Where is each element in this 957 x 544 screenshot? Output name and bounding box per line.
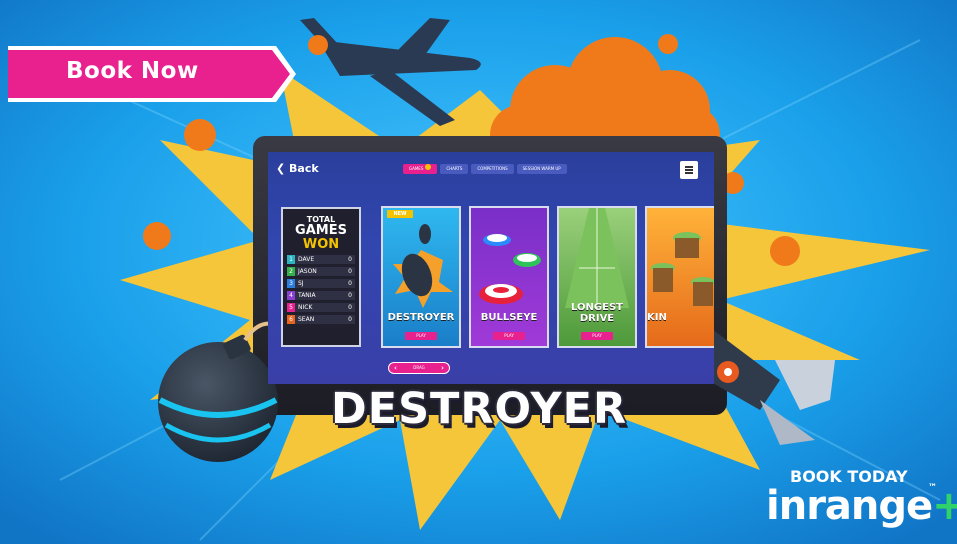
player-name: DAVE	[298, 256, 315, 263]
card-title: BULLSEYE	[480, 312, 538, 323]
book-now-button[interactable]: Book Now	[8, 46, 296, 102]
chevron-left-icon: ‹	[394, 364, 397, 372]
tab-session-warm-up-label: SESSION WARM UP	[522, 166, 561, 171]
tab-session-warm-up[interactable]: SESSION WARM UP	[516, 164, 567, 174]
brand-name: inrange	[766, 483, 933, 529]
player-name: TANIA	[298, 292, 316, 299]
back-label: Back	[289, 162, 319, 175]
hamburger-menu-icon[interactable]	[680, 161, 698, 179]
fairway-thumbnail-art	[565, 208, 629, 308]
chevron-left-icon: ❮	[276, 162, 290, 175]
scroller-label: DRAG	[413, 365, 425, 370]
player-score: 0	[348, 280, 352, 287]
rank: 3	[287, 279, 295, 288]
tab-games-label: GAMES	[409, 166, 424, 171]
play-button[interactable]: PLAY	[493, 332, 525, 340]
leaderboard-title-won: WON	[302, 237, 340, 252]
trademark-symbol: ™	[928, 483, 937, 493]
new-tag: NEW	[387, 210, 413, 218]
tab-games[interactable]: GAMES	[403, 164, 438, 174]
tab-charts[interactable]: CHARTS	[440, 164, 469, 174]
player-score: 0	[348, 304, 352, 311]
player-name: SJ	[298, 280, 304, 287]
rank: 2	[287, 267, 295, 276]
leaderboard-title-games: GAMES	[295, 223, 347, 238]
game-title: DESTROYER	[331, 384, 628, 434]
player-score: 0	[348, 268, 352, 275]
rank: 1	[287, 255, 295, 264]
play-button[interactable]: PLAY	[405, 332, 437, 340]
leaderboard-panel: TOTAL GAMES WON 1 DAVE 0 2 JASON 0 3 SJ 0 4 TAN…	[281, 207, 361, 347]
bullseye-thumbnail-art	[479, 234, 541, 304]
player-name: NICK	[298, 304, 313, 311]
tab-competitions-label: COMPETITIONS	[477, 166, 508, 171]
card-scroller[interactable]: ‹ DRAG ›	[388, 362, 450, 374]
notification-badge	[425, 164, 432, 170]
leaderboard-row: 2 JASON 0	[287, 267, 355, 276]
game-card-bullseye[interactable]: BULLSEYE PLAY	[469, 206, 549, 348]
player-name: SEAN	[298, 316, 315, 323]
player-name: JASON	[298, 268, 317, 275]
tablet-screen: ❮ Back GAMES CHARTS COMPETITIONS SESSION…	[268, 152, 714, 384]
player-score: 0	[348, 256, 352, 263]
game-card-longest-drive[interactable]: LONGEST DRIVE PLAY	[557, 206, 637, 348]
tab-charts-label: CHARTS	[446, 166, 463, 171]
game-card-partial[interactable]: KIN	[645, 206, 714, 348]
islands-thumbnail-art	[651, 232, 714, 306]
leaderboard-row: 6 SEAN 0	[287, 315, 355, 324]
rank: 5	[287, 303, 295, 312]
back-button[interactable]: ❮ Back	[276, 162, 319, 175]
book-now-label: Book Now	[66, 58, 199, 84]
screen-top-bar: ❮ Back GAMES CHARTS COMPETITIONS SESSION…	[268, 152, 714, 186]
leaderboard-row: 5 NICK 0	[287, 303, 355, 312]
card-title: KIN	[647, 312, 667, 323]
player-score: 0	[348, 316, 352, 323]
chevron-right-icon: ›	[441, 364, 444, 372]
player-score: 0	[348, 292, 352, 299]
tab-competitions[interactable]: COMPETITIONS	[471, 164, 514, 174]
promo-artwork: Book Now ❮ Back GAMES CHARTS COMPETITION…	[0, 0, 957, 544]
destroyer-thumbnail-art	[393, 224, 453, 308]
leaderboard-row: 1 DAVE 0	[287, 255, 355, 264]
rank: 4	[287, 291, 295, 300]
card-title: LONGEST DRIVE	[571, 302, 623, 324]
rank: 6	[287, 315, 295, 324]
leaderboard-row: 3 SJ 0	[287, 279, 355, 288]
play-button[interactable]: PLAY	[581, 332, 613, 340]
game-card-destroyer[interactable]: NEW DESTROYER PLAY	[381, 206, 461, 348]
card-title: DESTROYER	[387, 312, 455, 323]
tab-bar: GAMES CHARTS COMPETITIONS SESSION WARM U…	[403, 164, 567, 174]
leaderboard-row: 4 TANIA 0	[287, 291, 355, 300]
